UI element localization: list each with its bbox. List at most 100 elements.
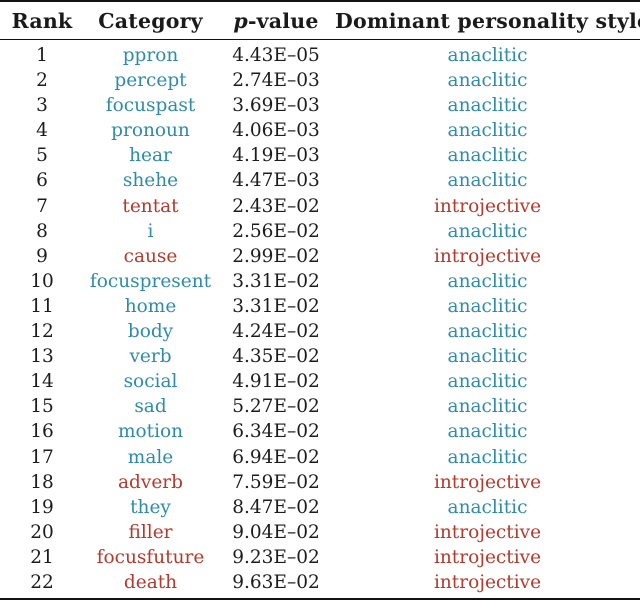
bottom-rule [0,599,640,600]
cell-category: filler [84,520,217,545]
cell-rank: 9 [0,244,84,269]
cell-category: tentat [84,194,217,219]
cell-rank: 2 [0,68,84,93]
column-header-rank: Rank [0,6,84,40]
table-footer [0,595,640,600]
cell-rank: 7 [0,194,84,219]
cell-pvalue: 4.43E–05 [217,43,335,68]
cell-pvalue: 9.23E–02 [217,545,335,570]
table-row: 22death9.63E–02introjective [0,570,640,595]
cell-dominant-style: anaclitic [335,219,640,244]
cell-category: focuspresent [84,269,217,294]
cell-dominant-style: anaclitic [335,43,640,68]
table-row: 4pronoun4.06E–03anaclitic [0,118,640,143]
cell-rank: 13 [0,344,84,369]
pvalue-italic-p: p [233,9,248,33]
table-row: 2percept2.74E–03anaclitic [0,68,640,93]
results-table: Rank Category p-value Dominant personali… [0,0,640,600]
cell-category: adverb [84,470,217,495]
table-body: 1ppron4.43E–05anaclitic2percept2.74E–03a… [0,43,640,595]
cell-pvalue: 2.43E–02 [217,194,335,219]
cell-rank: 16 [0,419,84,444]
cell-rank: 4 [0,118,84,143]
table-row: 12body4.24E–02anaclitic [0,319,640,344]
cell-pvalue: 6.34E–02 [217,419,335,444]
cell-pvalue: 2.99E–02 [217,244,335,269]
table-row: 9cause2.99E–02introjective [0,244,640,269]
cell-pvalue: 2.74E–03 [217,68,335,93]
cell-category: social [84,369,217,394]
cell-pvalue: 3.31E–02 [217,269,335,294]
table-header: Rank Category p-value Dominant personali… [0,1,640,43]
cell-pvalue: 4.35E–02 [217,344,335,369]
table-row: 16motion6.34E–02anaclitic [0,419,640,444]
cell-pvalue: 8.47E–02 [217,495,335,520]
cell-dominant-style: introjective [335,545,640,570]
column-header-pvalue: p-value [217,6,335,40]
cell-dominant-style: anaclitic [335,294,640,319]
cell-rank: 5 [0,143,84,168]
table-row: 3focuspast3.69E–03anaclitic [0,93,640,118]
table-row: 20filler9.04E–02introjective [0,520,640,545]
table-row: 1ppron4.43E–05anaclitic [0,43,640,68]
cell-category: body [84,319,217,344]
cell-rank: 15 [0,394,84,419]
cell-dominant-style: anaclitic [335,445,640,470]
cell-dominant-style: introjective [335,520,640,545]
cell-rank: 22 [0,570,84,595]
cell-rank: 12 [0,319,84,344]
column-header-dominant-style: Dominant personality style [335,6,640,40]
cell-pvalue: 4.24E–02 [217,319,335,344]
table-row: 14social4.91E–02anaclitic [0,369,640,394]
cell-category: hear [84,143,217,168]
table-row: 19they8.47E–02anaclitic [0,495,640,520]
cell-category: motion [84,419,217,444]
cell-dominant-style: anaclitic [335,369,640,394]
cell-pvalue: 4.19E–03 [217,143,335,168]
cell-category: verb [84,344,217,369]
cell-dominant-style: anaclitic [335,143,640,168]
cell-category: cause [84,244,217,269]
cell-rank: 17 [0,445,84,470]
table-row: 13verb4.35E–02anaclitic [0,344,640,369]
column-header-category: Category [84,6,217,40]
table-row: 18adverb7.59E–02introjective [0,470,640,495]
cell-category: home [84,294,217,319]
cell-dominant-style: anaclitic [335,319,640,344]
cell-pvalue: 7.59E–02 [217,470,335,495]
table-row: 21focusfuture9.23E–02introjective [0,545,640,570]
table-header-row: Rank Category p-value Dominant personali… [0,6,640,40]
cell-category: sad [84,394,217,419]
cell-rank: 20 [0,520,84,545]
cell-dominant-style: introjective [335,570,640,595]
cell-pvalue: 6.94E–02 [217,445,335,470]
cell-pvalue: 4.47E–03 [217,168,335,193]
table-row: 11home3.31E–02anaclitic [0,294,640,319]
cell-category: focusfuture [84,545,217,570]
cell-pvalue: 9.04E–02 [217,520,335,545]
table-row: 15sad5.27E–02anaclitic [0,394,640,419]
cell-pvalue: 3.31E–02 [217,294,335,319]
cell-category: i [84,219,217,244]
cell-dominant-style: anaclitic [335,394,640,419]
cell-rank: 10 [0,269,84,294]
cell-pvalue: 2.56E–02 [217,219,335,244]
cell-dominant-style: anaclitic [335,269,640,294]
cell-category: death [84,570,217,595]
cell-rank: 19 [0,495,84,520]
cell-pvalue: 3.69E–03 [217,93,335,118]
cell-dominant-style: anaclitic [335,93,640,118]
cell-dominant-style: anaclitic [335,344,640,369]
cell-rank: 21 [0,545,84,570]
table-row: 5hear4.19E–03anaclitic [0,143,640,168]
cell-dominant-style: anaclitic [335,118,640,143]
cell-pvalue: 9.63E–02 [217,570,335,595]
pvalue-label-suffix: -value [248,9,319,33]
table-row: 17male6.94E–02anaclitic [0,445,640,470]
cell-rank: 3 [0,93,84,118]
cell-rank: 1 [0,43,84,68]
cell-pvalue: 4.91E–02 [217,369,335,394]
cell-pvalue: 4.06E–03 [217,118,335,143]
cell-category: ppron [84,43,217,68]
cell-dominant-style: anaclitic [335,419,640,444]
